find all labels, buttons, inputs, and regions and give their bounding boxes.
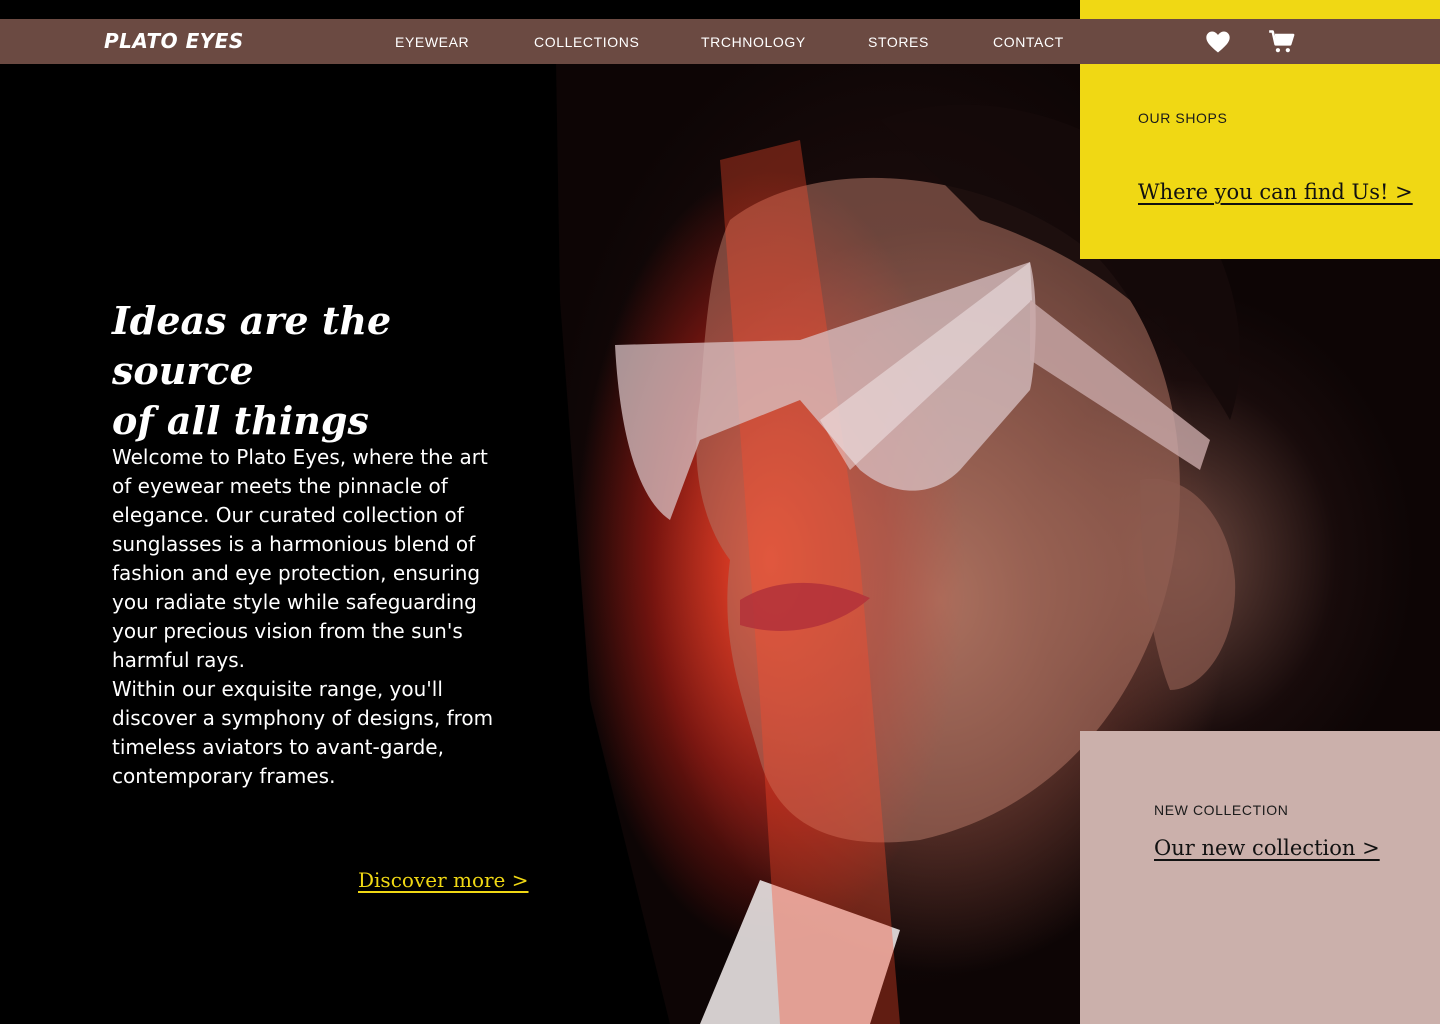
hero-headline: Ideas are the source of all things xyxy=(112,298,392,443)
nav-item-collections[interactable]: COLLECTIONS xyxy=(534,34,639,50)
hero-body: Welcome to Plato Eyes, where the art of … xyxy=(112,445,494,788)
find-us-link[interactable]: Where you can find Us! > xyxy=(1138,180,1413,204)
nav-item-contact[interactable]: CONTACT xyxy=(993,34,1064,50)
cart-icon[interactable] xyxy=(1268,28,1296,56)
discover-more-link[interactable]: Discover more > xyxy=(358,868,529,892)
nav-item-stores[interactable]: STORES xyxy=(868,34,929,50)
nav-item-eyewear[interactable]: EYEWEAR xyxy=(395,34,469,50)
navbar: PLATO EYES EYEWEAR COLLECTIONS TRCHNOLOG… xyxy=(0,19,1440,64)
brand-logo[interactable]: PLATO EYES xyxy=(104,29,244,53)
new-collection-link[interactable]: Our new collection > xyxy=(1154,836,1380,860)
collection-card: NEW COLLECTION Our new collection > xyxy=(1080,731,1440,1024)
nav-item-technology[interactable]: TRCHNOLOGY xyxy=(701,34,806,50)
heart-icon[interactable] xyxy=(1204,28,1232,56)
shops-eyebrow: OUR SHOPS xyxy=(1138,110,1228,126)
top-strip xyxy=(0,0,1080,19)
collection-eyebrow: NEW COLLECTION xyxy=(1154,802,1289,818)
